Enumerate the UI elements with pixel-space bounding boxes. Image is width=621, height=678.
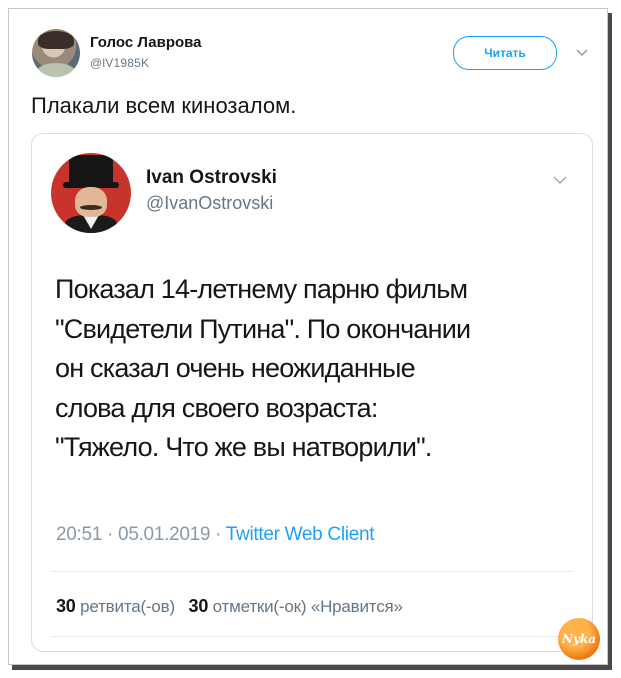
text-line: "Тяжело. Что же вы натворили". <box>55 432 432 462</box>
tweet-date[interactable]: 05.01.2019 <box>118 524 210 545</box>
chevron-down-icon[interactable] <box>576 49 588 57</box>
quoted-author-name[interactable]: Ivan Ostrovski <box>146 167 277 189</box>
retweets-label[interactable]: ретвита(-ов) <box>80 597 175 616</box>
follow-button[interactable]: Читать <box>453 36 557 70</box>
likes-label[interactable]: отметки(-ок) «Нравится» <box>213 597 403 616</box>
watermark-logo: Nyka <box>558 618 600 660</box>
text-line: Показал 14-летнему парню фильм <box>55 274 468 304</box>
divider <box>50 571 574 572</box>
text-line: слова для своего возраста: <box>55 392 378 423</box>
tweet-text: Плакали всем кинозалом. <box>31 93 297 118</box>
retweets-count[interactable]: 30 <box>56 596 76 616</box>
divider <box>50 636 574 637</box>
tweet-time[interactable]: 20:51 <box>56 524 102 545</box>
tweet-meta: 20:51 · 05.01.2019 · Twitter Web Client <box>56 524 375 545</box>
tweet-stats: 30 ретвита(-ов) 30 отметки(-ок) «Нравитс… <box>56 596 403 617</box>
likes-count[interactable]: 30 <box>189 596 209 616</box>
text-line: он сказал очень неожиданные <box>55 353 416 383</box>
quoted-author-handle[interactable]: @IvanOstrovski <box>146 193 273 214</box>
chevron-down-icon[interactable] <box>553 176 567 184</box>
author-handle[interactable]: @lV1985K <box>90 56 149 70</box>
quoted-author-avatar[interactable] <box>51 153 131 233</box>
text-line: "Свидетели Путина". По окончании <box>55 313 471 344</box>
quoted-tweet-text: Показал 14-летнему парню фильм "Свидетел… <box>55 270 575 468</box>
client-link[interactable]: Twitter Web Client <box>226 524 375 545</box>
author-avatar[interactable] <box>32 29 80 77</box>
author-name[interactable]: Голос Лаврова <box>90 34 202 51</box>
